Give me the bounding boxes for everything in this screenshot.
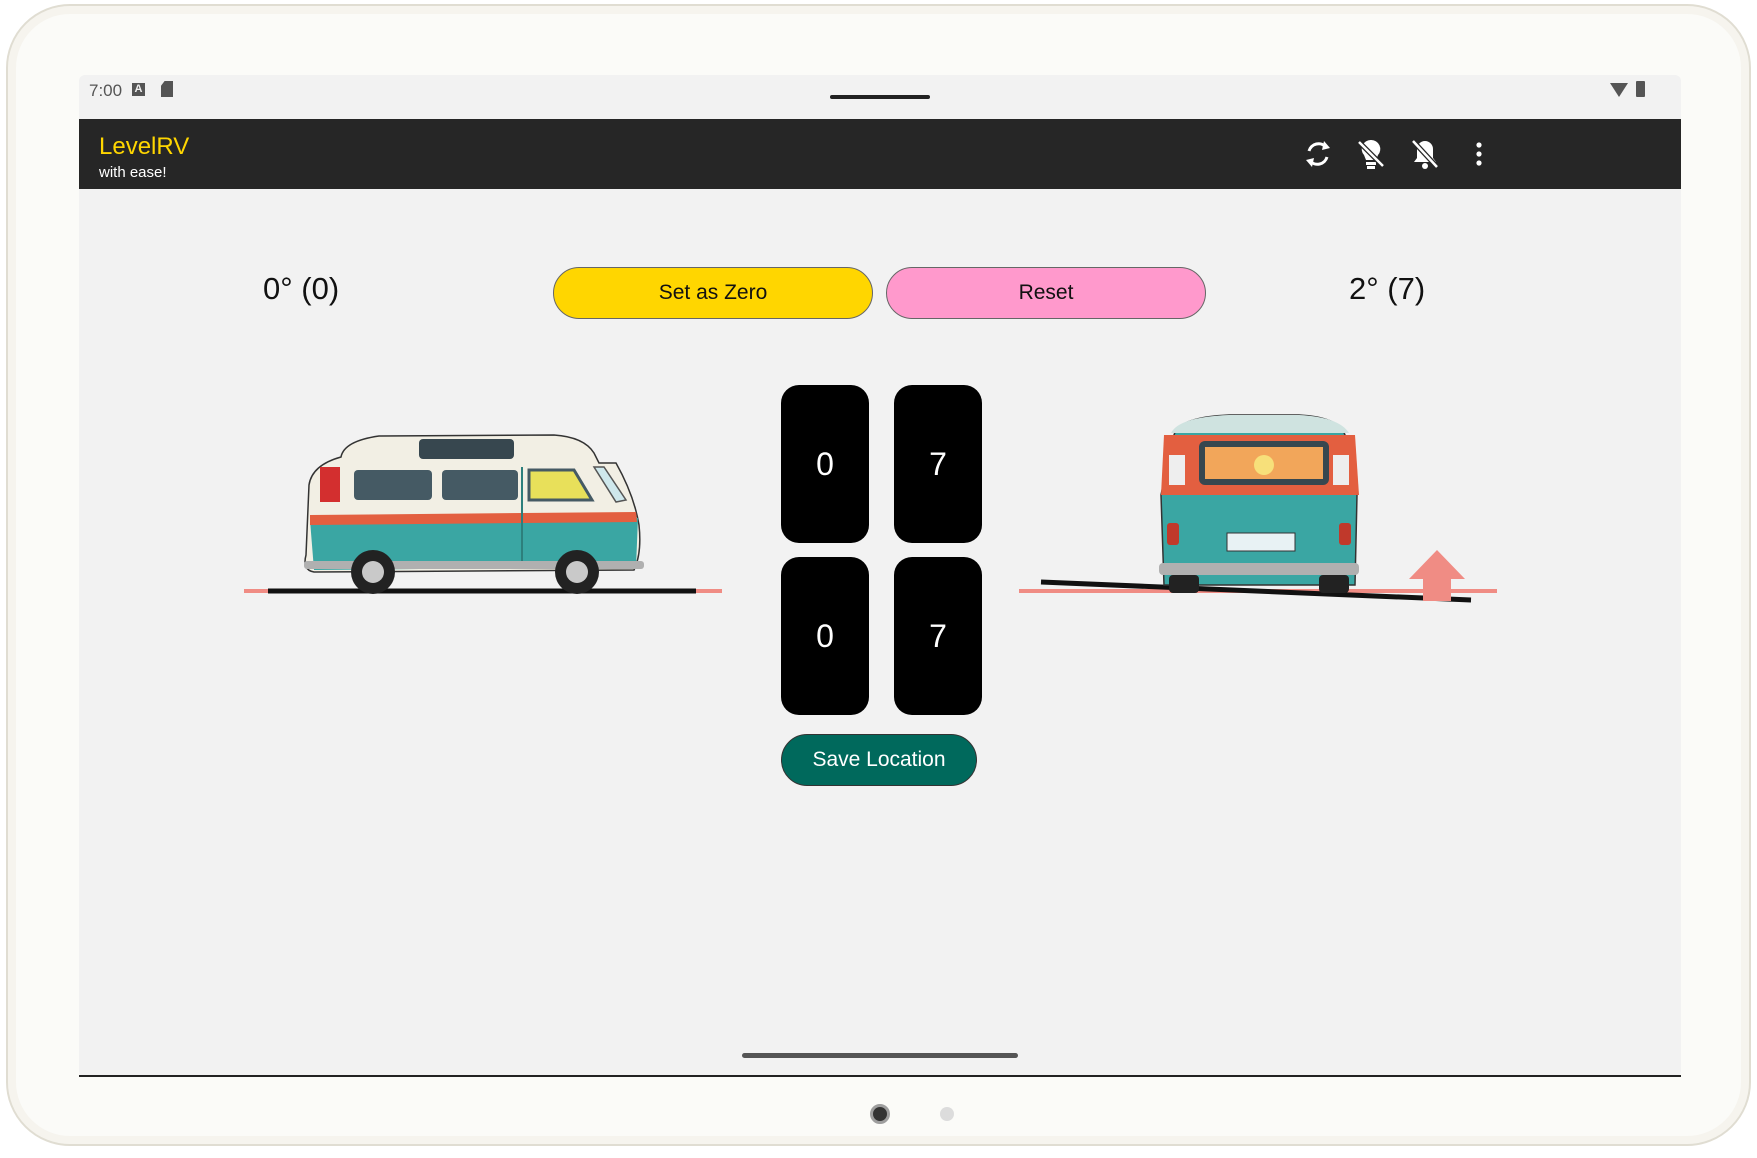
sensor-dot-icon (940, 1107, 954, 1121)
app-title: LevelRV (99, 133, 190, 160)
light-off-icon[interactable] (1351, 134, 1391, 174)
sync-icon[interactable] (1298, 134, 1338, 174)
rear-view-level (1019, 414, 1497, 603)
front-camera-icon (870, 1104, 890, 1124)
gesture-nav-handle[interactable] (742, 1053, 1018, 1058)
set-as-zero-button[interactable]: Set as Zero (553, 267, 873, 319)
battery-icon (1636, 81, 1645, 97)
app-bar: LevelRV with ease! (79, 119, 1681, 189)
notch-indicator (830, 95, 930, 99)
screen-bottom-edge (79, 1075, 1681, 1077)
van-side-icon (304, 434, 644, 594)
raise-side-arrow-icon (1409, 550, 1465, 601)
status-time: 7:00 (89, 81, 123, 100)
right-angle-readout: 2° (7) (1349, 271, 1426, 306)
digit-tile-top-right: 7 (894, 385, 982, 543)
status-bar: 7:00 A (79, 75, 1681, 119)
more-vert-icon[interactable] (1459, 134, 1499, 174)
left-angle-readout: 0° (0) (263, 271, 340, 306)
digit-tile-top-left: 0 (781, 385, 869, 543)
van-rear-icon (1159, 414, 1359, 593)
wifi-icon (1610, 83, 1628, 97)
side-view-level (244, 434, 722, 594)
reset-button[interactable]: Reset (886, 267, 1206, 319)
a-notification-icon: A (132, 83, 145, 96)
device-screen: 7:00 A LevelRV with ease! 0° (0) 2° (7) … (79, 75, 1681, 1077)
save-location-button[interactable]: Save Location (781, 734, 977, 786)
digit-tile-bottom-right: 7 (894, 557, 982, 715)
digit-tile-bottom-left: 0 (781, 557, 869, 715)
app-subtitle: with ease! (99, 164, 167, 181)
notifications-off-icon[interactable] (1405, 134, 1445, 174)
sd-card-icon (161, 81, 173, 97)
